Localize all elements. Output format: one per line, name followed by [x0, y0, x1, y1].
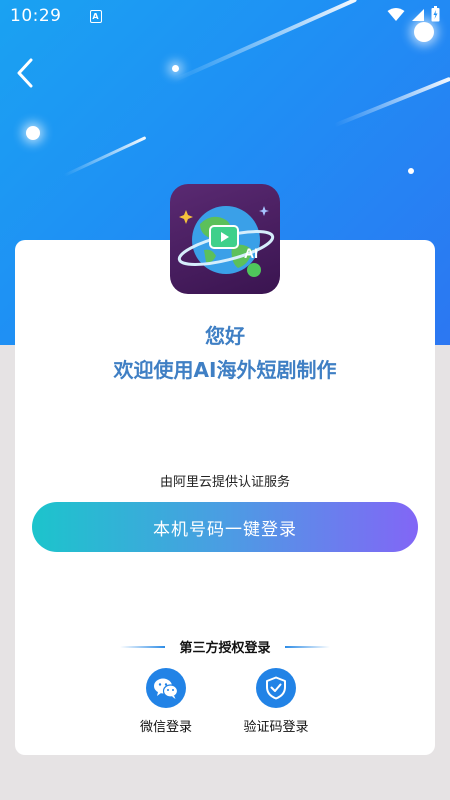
- star: [172, 65, 179, 72]
- star: [408, 168, 414, 174]
- divider-line: [284, 645, 330, 648]
- login-card: [15, 240, 435, 755]
- star: [26, 126, 40, 140]
- wechat-login-label[interactable]: 微信登录: [140, 716, 192, 735]
- one-click-login-button[interactable]: 本机号码一键登录: [32, 502, 418, 552]
- status-time: 10:29: [10, 6, 62, 26]
- app-logo-badge: AI: [244, 245, 258, 261]
- status-bar: 10:29 A: [0, 0, 450, 32]
- third-party-title: 第三方授权登录: [179, 641, 271, 656]
- auth-provider-note: 由阿里云提供认证服务: [159, 475, 290, 490]
- shooting-star: [63, 136, 147, 177]
- battery-icon: [431, 6, 440, 26]
- back-button[interactable]: [12, 58, 38, 92]
- status-icons: [387, 6, 440, 26]
- wechat-login-option[interactable]: 微信登录: [121, 668, 211, 735]
- app-logo: AI: [170, 184, 280, 294]
- notification-icon: A: [89, 9, 102, 23]
- greeting-hello: 您好: [205, 324, 245, 348]
- wechat-icon[interactable]: [146, 668, 186, 708]
- sms-code-login-option[interactable]: 验证码登录: [231, 668, 321, 735]
- back-arrow-icon: [17, 58, 33, 92]
- shield-check-icon[interactable]: [256, 668, 296, 708]
- divider-line: [120, 645, 166, 648]
- third-party-divider: 第三方授权登录: [0, 637, 450, 656]
- signal-icon: [411, 7, 425, 26]
- shooting-star: [333, 76, 450, 128]
- sms-code-login-label[interactable]: 验证码登录: [243, 716, 308, 735]
- greeting-welcome: 欢迎使用AI海外短剧制作: [113, 358, 337, 382]
- wifi-icon: [387, 7, 405, 26]
